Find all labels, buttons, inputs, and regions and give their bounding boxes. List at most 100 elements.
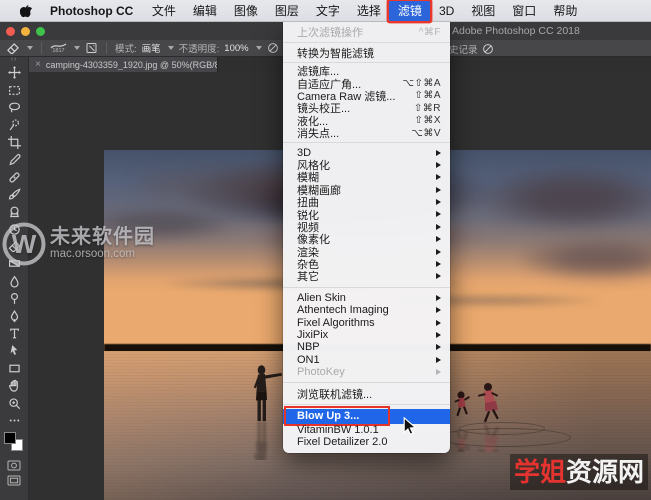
document-tab[interactable]: × camping-4303359_1920.jpg @ 50%(RGB/8#) (28, 57, 218, 72)
apple-logo-icon[interactable] (12, 4, 40, 18)
filter-dropdown-menu: 上次滤镜操作 ^⌘F 转换为智能滤镜 滤镜库... 自适应广角... ⌥⇧⌘A Camera… (283, 22, 450, 453)
filter-menu-item[interactable]: Alien Skin (283, 292, 450, 304)
submenu-arrow-icon (436, 319, 441, 326)
filter-menu-item[interactable]: Blow Up 3... (283, 406, 450, 427)
crop-tool[interactable] (0, 134, 28, 151)
menu-separator (283, 142, 450, 144)
type-tool[interactable] (0, 325, 28, 342)
filter-menu-item[interactable]: 消失点... ⌥⌘V (283, 127, 450, 141)
menubar-item[interactable]: 选择 (348, 1, 389, 21)
close-window-button[interactable] (6, 27, 15, 36)
chevron-down-icon[interactable] (27, 46, 33, 50)
mode-dropdown[interactable]: 画笔 (142, 41, 161, 55)
move-tool[interactable] (0, 64, 28, 81)
menubar-item[interactable]: 帮助 (545, 1, 586, 21)
watermark-orsoon-name: 未来软件园 (50, 226, 155, 249)
filter-menu-item[interactable]: 上次滤镜操作 ^⌘F (283, 25, 450, 40)
tab-title: camping-4303359_1920.jpg @ 50%(RGB/8#) (45, 59, 217, 70)
menubar-item[interactable]: 文字 (307, 1, 348, 21)
photoshop-screen: Adobe Photoshop CC 2018 1817 模式: 画笔 不透明度… (0, 0, 651, 500)
filter-menu-item[interactable]: Fixel Detailizer 2.0 (283, 436, 450, 448)
blur-tool[interactable] (0, 273, 28, 290)
submenu-arrow-icon (436, 199, 441, 206)
filter-menu-item[interactable]: 其它 (283, 270, 450, 283)
menubar-app-name[interactable]: Photoshop CC (40, 4, 143, 18)
hand-tool[interactable] (0, 377, 28, 394)
menu-item-label: JixiPix (297, 329, 329, 341)
filter-menu-item[interactable]: 转换为智能滤镜 (283, 46, 450, 60)
menubar-item[interactable]: 图像 (225, 1, 266, 21)
submenu-arrow-icon (436, 294, 441, 301)
more-tools[interactable] (0, 412, 28, 429)
menubar-item[interactable]: 滤镜 (389, 0, 431, 21)
submenu-arrow-icon (436, 236, 441, 243)
zoom-window-button[interactable] (36, 27, 45, 36)
path-selection-tool[interactable] (0, 342, 28, 359)
svg-text:W: W (12, 229, 37, 259)
filter-menu-item[interactable]: 浏览联机滤镜... (283, 387, 450, 401)
menu-item-shortcut: ⇧⌘A (414, 90, 441, 102)
foreground-color-swatch[interactable] (4, 432, 16, 445)
filter-menu-item[interactable]: JixiPix (283, 329, 450, 341)
chevron-down-icon[interactable] (74, 46, 80, 50)
filter-menu-item[interactable]: PhotoKey (283, 366, 450, 378)
menubar-item[interactable]: 图层 (266, 1, 307, 21)
menu-item-label: PhotoKey (297, 366, 345, 379)
toolbar-collapse-handle[interactable]: ›› (0, 56, 28, 64)
submenu-arrow-icon (436, 273, 441, 280)
menu-separator (283, 286, 450, 288)
watermark-corner-part1: 学姐 (513, 457, 566, 487)
submenu-arrow-icon (436, 248, 441, 255)
dodge-tool[interactable] (0, 290, 28, 307)
tab-close-icon[interactable]: × (35, 59, 41, 70)
chevron-down-icon[interactable] (167, 46, 174, 50)
menubar-item[interactable]: 视图 (463, 1, 504, 21)
menu-item-shortcut: ^⌘F (418, 26, 441, 38)
filter-menu-item[interactable]: Fixel Algorithms (283, 316, 450, 329)
menu-item-shortcut: ⇧⌘X (414, 115, 441, 127)
mouse-cursor-icon (403, 417, 417, 436)
eraser-tool-icon[interactable] (6, 42, 20, 55)
menu-item-label: 上次滤镜操作 (297, 27, 363, 39)
filter-menu-item[interactable]: NBP (283, 341, 450, 353)
shape-tool[interactable] (0, 360, 28, 377)
quick-mask-button[interactable] (0, 458, 28, 473)
watermark-corner: 学姐资源网 (509, 454, 648, 490)
menubar-item[interactable]: 3D (430, 1, 462, 21)
brush-preset-picker[interactable]: 1817 (50, 42, 67, 55)
menubar-item[interactable]: 编辑 (184, 1, 225, 21)
chevron-down-icon[interactable] (255, 46, 262, 50)
menu-item-label: Blow Up 3... (297, 410, 360, 423)
filter-menu-item[interactable]: Athentech Imaging (283, 304, 450, 316)
screen-mode-button[interactable] (0, 473, 28, 488)
menu-item-label: NBP (297, 341, 320, 354)
brush-tool[interactable] (0, 186, 28, 203)
filter-menu-item[interactable]: ON1 (283, 354, 450, 366)
marquee-tool[interactable] (0, 81, 28, 98)
menu-item-label: Fixel Algorithms (297, 316, 375, 329)
window-title: Adobe Photoshop CC 2018 (452, 25, 580, 37)
opacity-dropdown[interactable]: 100% (224, 43, 248, 54)
quick-selection-tool[interactable] (0, 116, 28, 133)
menubar-item[interactable]: 文件 (143, 1, 184, 21)
clone-stamp-tool[interactable] (0, 203, 28, 220)
menu-separator (283, 403, 450, 405)
pressure-opacity-icon[interactable] (267, 42, 279, 54)
eyedropper-tool[interactable] (0, 151, 28, 168)
filter-menu-item[interactable]: VitaminBW 1.0.1 (283, 424, 450, 436)
menu-item-label: Fixel Detailizer 2.0 (297, 436, 388, 449)
brush-panel-toggle-icon[interactable] (85, 42, 98, 54)
airbrush-icon[interactable] (482, 43, 494, 55)
watermark-orsoon-url: mac.orsoon.com (50, 248, 136, 261)
erase-to-history-fragment[interactable]: 史记录 (449, 42, 478, 56)
healing-brush-tool[interactable] (0, 168, 28, 185)
menu-item-label: 浏览联机滤镜... (297, 388, 373, 401)
zoom-tool[interactable] (0, 394, 28, 411)
minimize-window-button[interactable] (21, 27, 30, 36)
lasso-tool[interactable] (0, 99, 28, 116)
pen-tool[interactable] (0, 307, 28, 324)
submenu-arrow-icon (436, 307, 441, 314)
menu-item-shortcut: ⌥⇧⌘A (402, 78, 441, 90)
macos-menubar: Photoshop CC 文件 编辑 图像 图层 文字 选择 滤镜 3D 视图 窗口 帮助 (0, 0, 651, 22)
menubar-item[interactable]: 窗口 (504, 1, 545, 21)
